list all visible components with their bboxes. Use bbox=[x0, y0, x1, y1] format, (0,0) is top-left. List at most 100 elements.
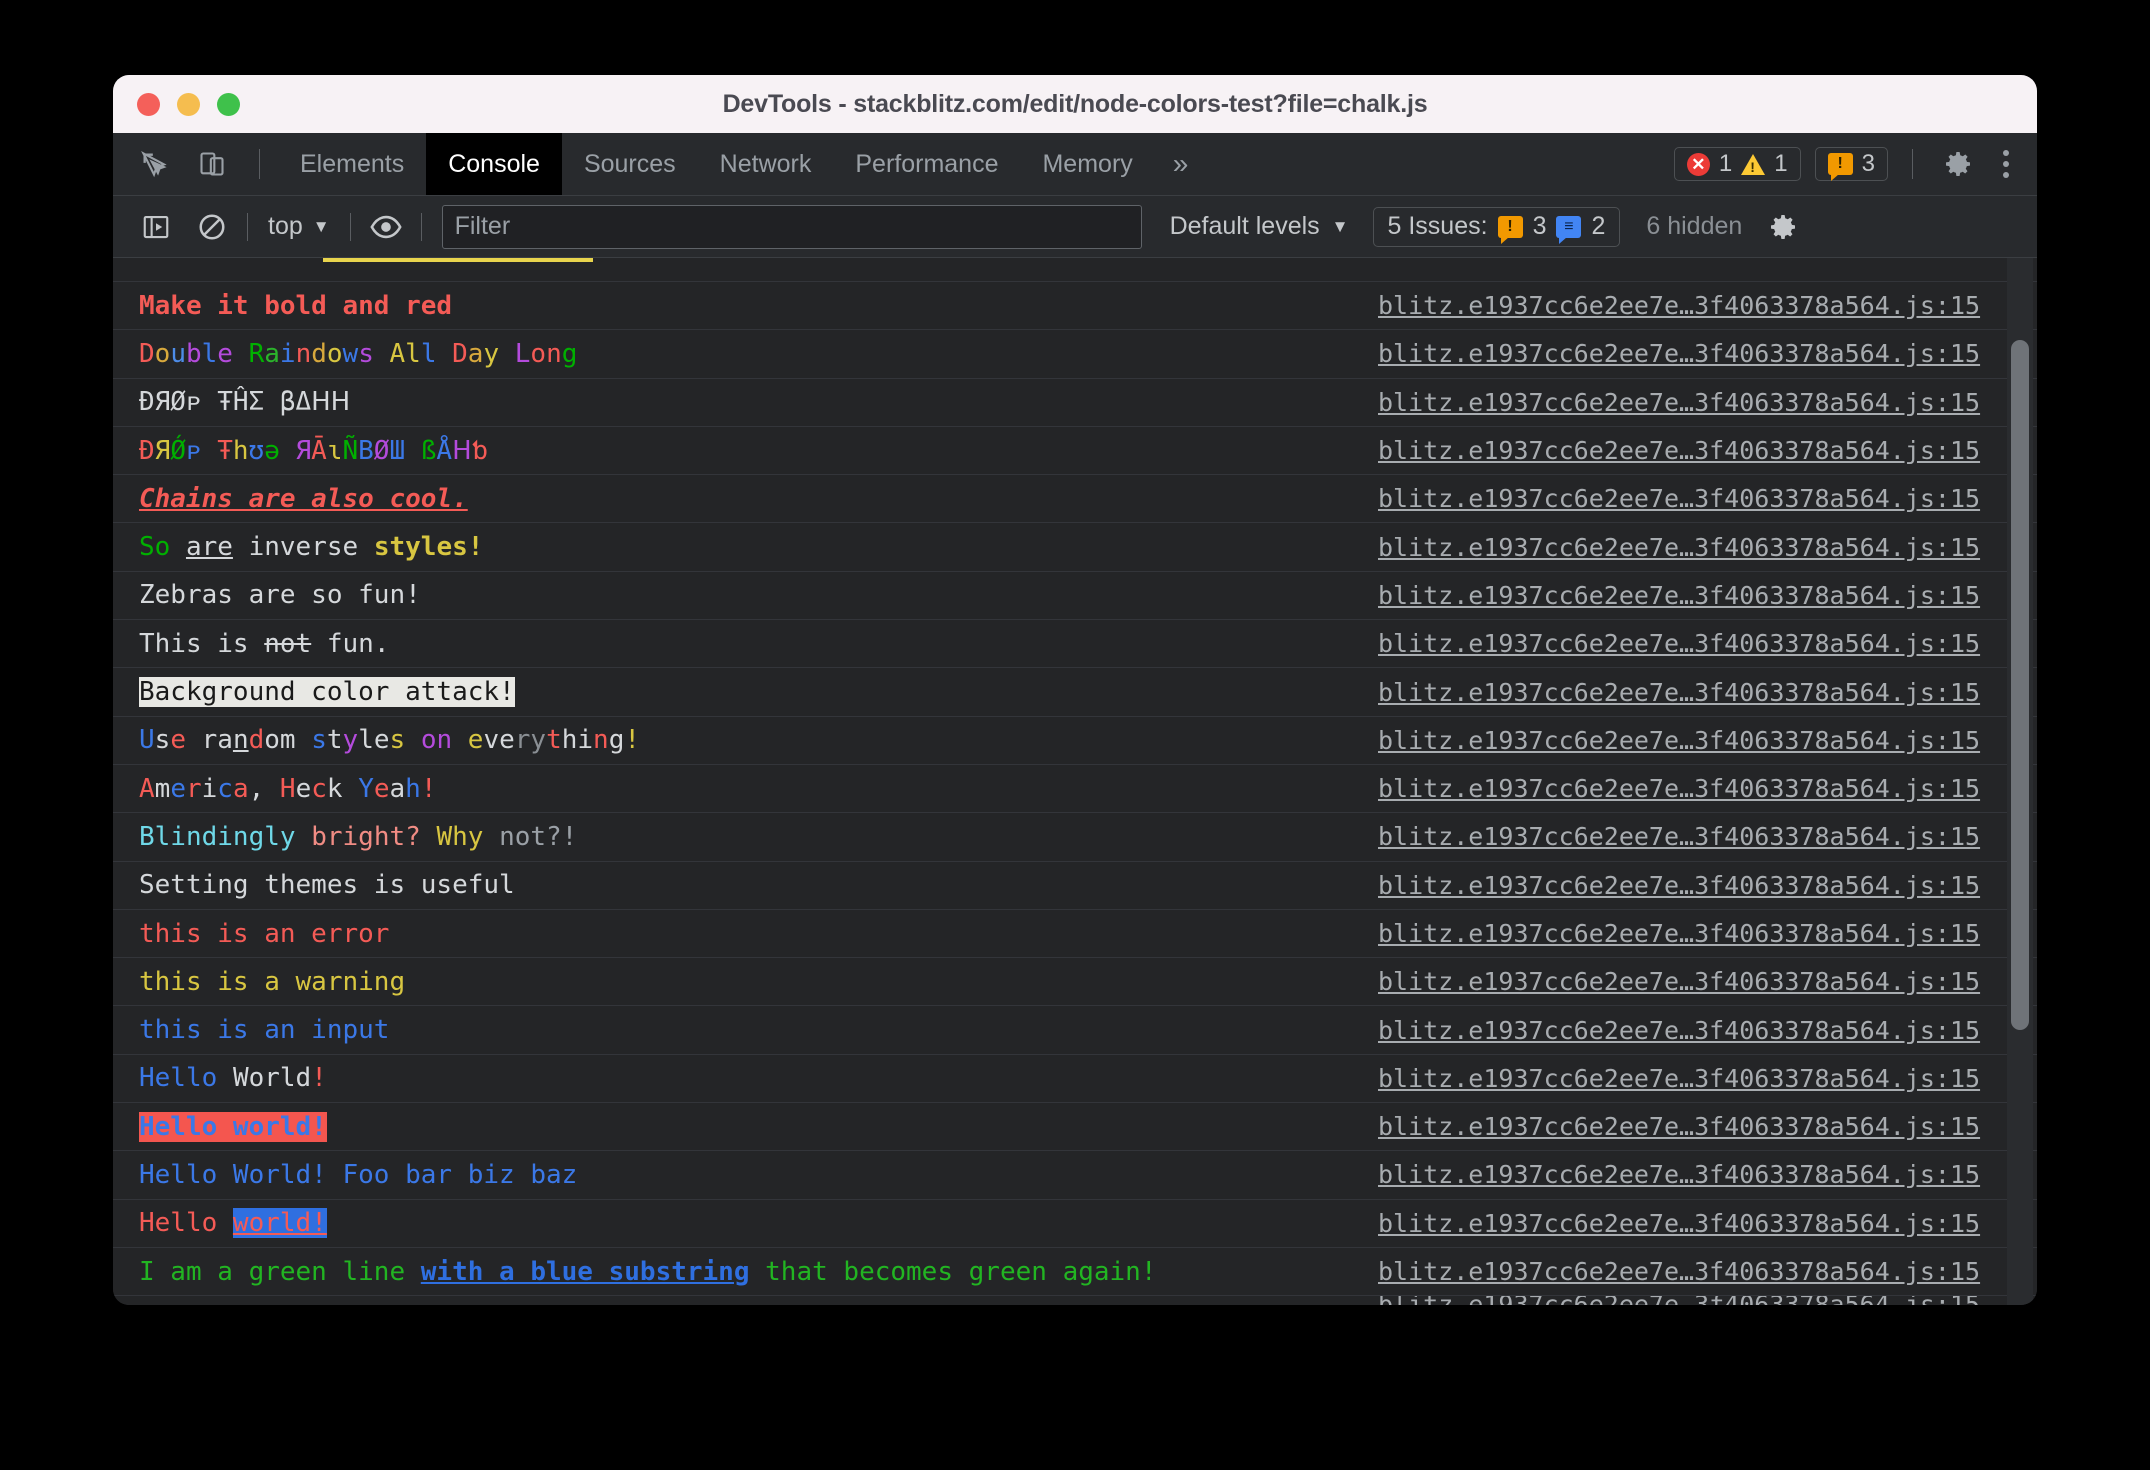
device-toolbar-icon[interactable] bbox=[191, 143, 233, 185]
gear-icon[interactable] bbox=[1937, 143, 1979, 185]
maximize-window-button[interactable] bbox=[217, 92, 240, 116]
console-message-row[interactable] bbox=[113, 258, 2037, 282]
message-segment: ÐЯØᴘ ŦĤΣ βΔᕼᕼ bbox=[139, 387, 351, 418]
kebab-menu-icon[interactable] bbox=[1993, 146, 2019, 182]
message-segment: o bbox=[420, 725, 437, 756]
clear-console-icon[interactable] bbox=[191, 206, 233, 248]
execution-context-selector[interactable]: top ▼ bbox=[262, 212, 336, 241]
source-link[interactable]: blitz.e1937cc6e2ee7e…3f4063378a564.js:15 bbox=[1378, 629, 1980, 658]
source-link[interactable]: blitz.e1937cc6e2ee7e…3f4063378a564.js:15 bbox=[1378, 1064, 1980, 1093]
inspect-element-icon[interactable] bbox=[133, 143, 175, 185]
source-link[interactable]: blitz.e1937cc6e2ee7e…3f4063378a564.js:15 bbox=[1378, 822, 1980, 851]
devtools-panel-tabs: Elements Console Sources Network Perform… bbox=[278, 133, 1206, 195]
source-link[interactable]: blitz.e1937cc6e2ee7e…3f4063378a564.js:15 bbox=[1378, 533, 1980, 562]
console-message-row[interactable]: this is an error blitz.e1937cc6e2ee7e…3f4… bbox=[113, 910, 2037, 959]
message-segment: D bbox=[139, 338, 155, 369]
console-message-row[interactable]: Setting themes is useful blitz.e1937cc6e2… bbox=[113, 862, 2037, 910]
tab-console[interactable]: Console bbox=[426, 133, 562, 195]
source-link[interactable]: blitz.e1937cc6e2ee7e…3f4063378a564.js:15 bbox=[1378, 967, 1980, 996]
more-tabs-icon[interactable]: » bbox=[1155, 133, 1207, 195]
console-message-row[interactable]: So are inverse styles! blitz.e1937cc6e2ee… bbox=[113, 523, 2037, 572]
console-message-row[interactable]: Hello world! blitz.e1937cc6e2ee7e…3f40633… bbox=[113, 1200, 2037, 1248]
console-message-row[interactable]: Background color attack! blitz.e1937cc6e2… bbox=[113, 668, 2037, 717]
message-segment: e bbox=[295, 773, 312, 804]
console-message-row[interactable]: Double Raindows All Day Long blitz.e1937c… bbox=[113, 330, 2037, 379]
console-message-row[interactable]: This is not fun. blitz.e1937cc6e2ee7e…3f4… bbox=[113, 620, 2037, 669]
source-link[interactable]: blitz.e1937cc6e2ee7e…3f4063378a564.js:15 bbox=[1378, 678, 1980, 707]
traffic-lights bbox=[113, 92, 240, 116]
message-segment bbox=[280, 436, 296, 466]
source-link[interactable]: blitz.e1937cc6e2ee7e…3f4063378a564.js:15 bbox=[1378, 484, 1980, 513]
source-link[interactable]: blitz.e1937cc6e2ee7e…3f4063378a564.js:15 bbox=[1378, 1209, 1980, 1238]
message-segment: B bbox=[358, 435, 374, 466]
source-link[interactable]: blitz.e1937cc6e2ee7e…3f4063378a564.js:15 bbox=[1378, 436, 1980, 465]
filter-input[interactable]: Filter bbox=[441, 204, 1142, 249]
message-segment: n bbox=[295, 338, 312, 369]
source-link[interactable]: blitz.e1937cc6e2ee7e…3f4063378a564.js:15 bbox=[1378, 1112, 1980, 1141]
issues-counter[interactable]: ! 3 bbox=[1814, 147, 1888, 181]
console-message-row[interactable]: Blindingly bright? Why not?! blitz.e1937c… bbox=[113, 813, 2037, 862]
chevron-down-icon: ▼ bbox=[312, 216, 330, 236]
source-link[interactable]: blitz.e1937cc6e2ee7e…3f4063378a564.js:15 bbox=[1378, 291, 1980, 320]
console-message-row[interactable]: Hello world! blitz.e1937cc6e2ee7e…3f40633… bbox=[113, 1103, 2037, 1152]
console-scrollbar-thumb[interactable] bbox=[2011, 340, 2029, 1030]
console-message-row[interactable]: this is an input blitz.e1937cc6e2ee7e…3f4… bbox=[113, 1006, 2037, 1055]
message-segment: t bbox=[326, 725, 343, 756]
issues-warning-count: 3 bbox=[1532, 212, 1547, 240]
message-segment: ! bbox=[311, 1063, 327, 1094]
tab-elements[interactable]: Elements bbox=[278, 133, 426, 195]
source-link[interactable]: blitz.e1937cc6e2ee7e…3f4063378a564.js:15 bbox=[1378, 1296, 1980, 1305]
source-link[interactable]: blitz.e1937cc6e2ee7e…3f4063378a564.js:15 bbox=[1378, 1160, 1980, 1189]
console-message-row[interactable]: blitz.e1937cc6e2ee7e…3f4063378a564.js:15 bbox=[113, 1296, 2037, 1305]
tab-network[interactable]: Network bbox=[698, 133, 834, 195]
console-message-text: This is not fun. bbox=[135, 631, 389, 657]
toolbar-divider bbox=[349, 212, 351, 241]
message-segment: I am a green line bbox=[139, 1256, 421, 1287]
message-segment: y bbox=[342, 725, 359, 756]
log-levels-selector[interactable]: Default levels ▼ bbox=[1170, 212, 1349, 241]
source-link[interactable]: blitz.e1937cc6e2ee7e…3f4063378a564.js:15 bbox=[1378, 919, 1980, 948]
console-message-row[interactable]: Zebras are so fun! blitz.e1937cc6e2ee7e…3… bbox=[113, 572, 2037, 621]
issues-summary-button[interactable]: 5 Issues: ! 3 ≡ 2 bbox=[1372, 206, 1621, 247]
tab-sources[interactable]: Sources bbox=[562, 133, 698, 195]
console-message-row[interactable]: this is a warning blitz.e1937cc6e2ee7e…3f… bbox=[113, 958, 2037, 1007]
source-link[interactable]: blitz.e1937cc6e2ee7e…3f4063378a564.js:15 bbox=[1378, 339, 1980, 368]
console-message-row[interactable]: ÐЯØᴘ ŦĤΣ βΔᕼᕼ blitz.e1937cc6e2ee7e…3f4063… bbox=[113, 379, 2037, 427]
message-segment bbox=[436, 339, 452, 369]
tab-performance[interactable]: Performance bbox=[833, 133, 1020, 195]
source-link[interactable]: blitz.e1937cc6e2ee7e…3f4063378a564.js:15 bbox=[1378, 388, 1980, 417]
console-sidebar-icon[interactable] bbox=[135, 206, 177, 248]
console-scrollbar[interactable] bbox=[2007, 258, 2033, 1305]
console-message-row[interactable]: Hello World! Foo bar biz baz blitz.e1937c… bbox=[113, 1151, 2037, 1200]
console-message-row[interactable]: I am a green line with a blue substring … bbox=[113, 1248, 2037, 1297]
source-link[interactable]: blitz.e1937cc6e2ee7e…3f4063378a564.js:15 bbox=[1378, 726, 1980, 755]
message-segment: So bbox=[139, 532, 171, 563]
source-link[interactable]: blitz.e1937cc6e2ee7e…3f4063378a564.js:15 bbox=[1378, 1257, 1980, 1286]
console-message-row[interactable]: ÐЯǾᴘ Ŧhʊə ЯĀɩÑBØШ ßÅᕼƅ blitz.e1937cc6e2e… bbox=[113, 427, 2037, 476]
live-expression-icon[interactable] bbox=[365, 206, 407, 248]
source-link[interactable]: blitz.e1937cc6e2ee7e…3f4063378a564.js:15 bbox=[1378, 1016, 1980, 1045]
source-link[interactable]: blitz.e1937cc6e2ee7e…3f4063378a564.js:15 bbox=[1378, 581, 1980, 610]
error-warning-counter[interactable]: ✕ 1 1 bbox=[1673, 147, 1801, 181]
message-segment bbox=[217, 1063, 233, 1093]
message-segment: inverse bbox=[232, 532, 374, 563]
console-message-row[interactable]: Use random styles on everything! blitz.e1… bbox=[113, 717, 2037, 765]
close-window-button[interactable] bbox=[137, 92, 160, 116]
tab-memory[interactable]: Memory bbox=[1020, 133, 1154, 195]
message-segment bbox=[170, 532, 186, 562]
issue-info-icon: ≡ bbox=[1556, 215, 1582, 244]
console-message-list[interactable]: Make it bold and red blitz.e1937cc6e2ee7e… bbox=[113, 258, 2037, 1305]
console-message-row[interactable]: Make it bold and red blitz.e1937cc6e2ee7e… bbox=[113, 282, 2037, 331]
minimize-window-button[interactable] bbox=[177, 92, 200, 116]
console-message-row[interactable]: Chains are also cool. blitz.e1937cc6e2ee7… bbox=[113, 475, 2037, 524]
message-segment: r bbox=[185, 773, 202, 804]
source-link[interactable]: blitz.e1937cc6e2ee7e…3f4063378a564.js:15 bbox=[1378, 871, 1980, 900]
message-segment: u bbox=[170, 338, 186, 369]
console-settings-gear-icon[interactable] bbox=[1762, 206, 1804, 248]
message-segment: o bbox=[264, 725, 280, 756]
source-link[interactable]: blitz.e1937cc6e2ee7e…3f4063378a564.js:15 bbox=[1378, 774, 1980, 803]
toolbar-divider bbox=[420, 212, 422, 241]
kebab-dot bbox=[2003, 172, 2009, 178]
console-message-row[interactable]: America, Heck Yeah! blitz.e1937cc6e2ee7e…… bbox=[113, 765, 2037, 814]
console-message-row[interactable]: Hello World! blitz.e1937cc6e2ee7e…3f40633… bbox=[113, 1055, 2037, 1104]
